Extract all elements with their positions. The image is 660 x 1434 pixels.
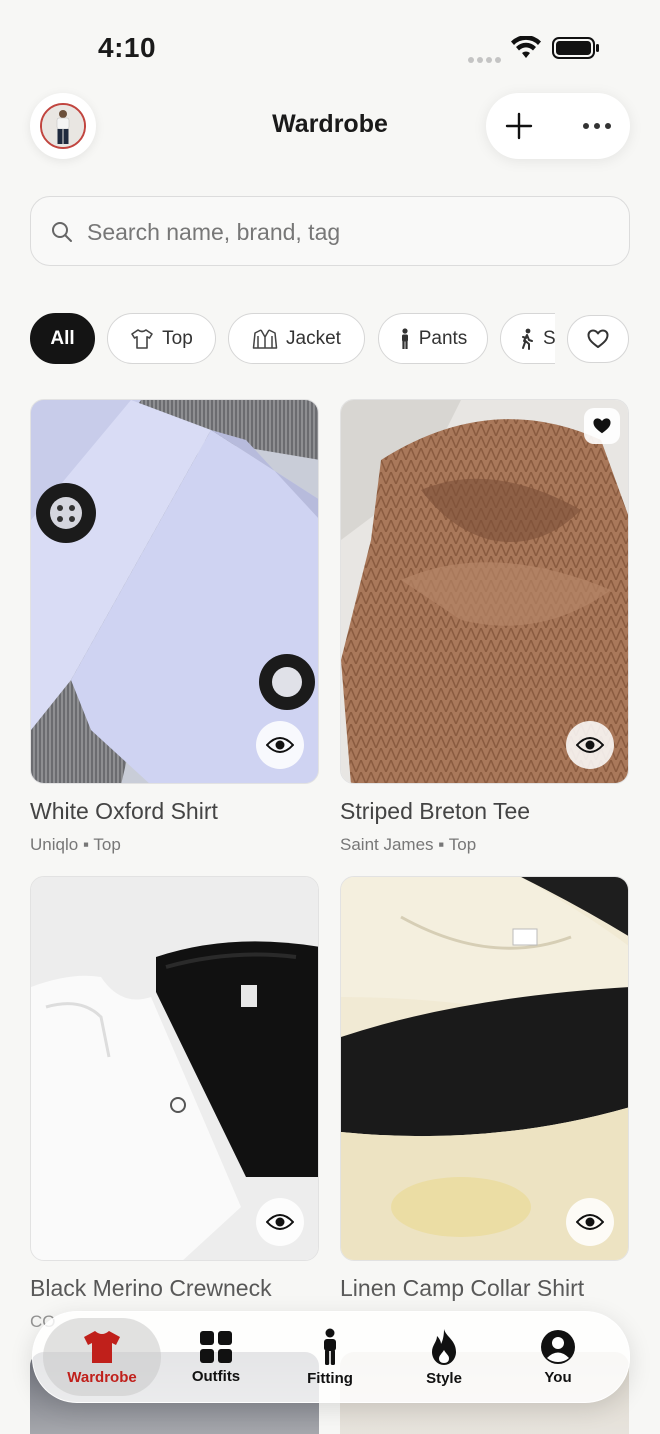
grid-icon [200, 1330, 232, 1363]
wardrobe-item-card[interactable]: Linen Camp Collar Shirt [340, 876, 629, 1302]
tab-outfits[interactable]: Outfits [157, 1318, 275, 1396]
item-meta: Saint James ▪ Top [340, 835, 629, 855]
tab-wardrobe[interactable]: Wardrobe [43, 1318, 161, 1396]
tab-label: Style [426, 1369, 462, 1387]
tab-label: You [544, 1368, 572, 1386]
eye-icon [266, 737, 294, 753]
item-meta: Uniqlo ▪ Top [30, 835, 319, 855]
status-bar: 4:10 [0, 0, 660, 90]
filter-chip-top[interactable]: Top [107, 313, 216, 364]
tab-you[interactable]: You [499, 1318, 617, 1396]
add-item-button[interactable] [486, 93, 552, 159]
tshirt-icon [84, 1330, 120, 1363]
item-brand: Uniqlo [30, 835, 79, 854]
search-icon [52, 222, 72, 242]
item-photo[interactable] [340, 399, 629, 784]
user-circle-icon [541, 1329, 575, 1364]
category-filter-bar: All Top Jacket Pants S [30, 313, 555, 366]
filter-chip-label: Top [162, 327, 193, 349]
item-name: White Oxford Shirt [30, 798, 218, 824]
filter-chip-label: S [543, 327, 555, 349]
person-icon [324, 1328, 336, 1365]
filter-chip-label: Pants [418, 327, 468, 349]
flame-icon [432, 1328, 456, 1365]
tab-label: Wardrobe [67, 1368, 137, 1386]
filter-chip-label: All [50, 327, 75, 349]
preview-button[interactable] [566, 1198, 614, 1246]
filter-chip-jacket[interactable]: Jacket [228, 313, 365, 364]
tab-label: Outfits [191, 1367, 241, 1385]
filter-chip-label: Jacket [286, 327, 341, 349]
item-photo[interactable] [30, 876, 319, 1261]
item-category: Top [93, 835, 121, 854]
preview-button[interactable] [566, 721, 614, 769]
header-actions [486, 93, 630, 159]
wardrobe-item-card[interactable]: White Oxford Shirt Uniqlo ▪ Top [30, 399, 319, 855]
tab-fitting[interactable]: Fitting [271, 1318, 389, 1396]
item-name: Linen Camp Collar Shirt [340, 1275, 585, 1301]
item-photo[interactable] [340, 876, 629, 1261]
preview-button[interactable] [256, 1198, 304, 1246]
item-name: Black Merino Crewneck [30, 1275, 272, 1301]
eye-icon [576, 1214, 604, 1230]
walking-icon [522, 328, 533, 350]
cellular-signal-icon [468, 50, 504, 68]
tab-style[interactable]: Style [385, 1318, 503, 1396]
favorite-badge[interactable] [584, 408, 620, 444]
tab-label: Fitting [307, 1369, 353, 1387]
item-brand: Saint James [340, 835, 434, 854]
filter-chip-all[interactable]: All [30, 313, 95, 364]
meta-separator: ▪ [438, 835, 445, 854]
more-options-button[interactable] [564, 93, 630, 159]
eye-icon [266, 1214, 294, 1230]
ellipsis-icon [583, 123, 611, 129]
favorites-filter-button[interactable] [567, 315, 629, 363]
item-category: Top [448, 835, 477, 854]
wardrobe-item-card[interactable]: Striped Breton Tee Saint James ▪ Top [340, 399, 629, 855]
status-time: 4:10 [98, 32, 157, 63]
eye-icon [576, 737, 604, 753]
battery-icon [552, 37, 599, 59]
jacket-icon [252, 328, 278, 349]
item-name: Striped Breton Tee [340, 798, 531, 824]
meta-separator: ▪ [82, 835, 89, 854]
plus-icon [505, 112, 533, 140]
heart-filled-icon [593, 418, 611, 434]
search-input[interactable] [85, 211, 609, 253]
bottom-tab-bar: Wardrobe Outfits Fitting Style You [32, 1311, 630, 1403]
wifi-icon [511, 36, 541, 58]
search-bar [30, 196, 630, 266]
wardrobe-item-card[interactable]: Black Merino Crewneck CO [30, 876, 319, 1332]
person-icon [401, 327, 408, 349]
heart-outline-icon [587, 329, 609, 348]
filter-chip-pants[interactable]: Pants [378, 313, 488, 364]
tshirt-icon [131, 328, 153, 349]
item-photo[interactable] [30, 399, 319, 784]
filter-chip-shoes[interactable]: S [500, 313, 555, 364]
preview-button[interactable] [256, 721, 304, 769]
